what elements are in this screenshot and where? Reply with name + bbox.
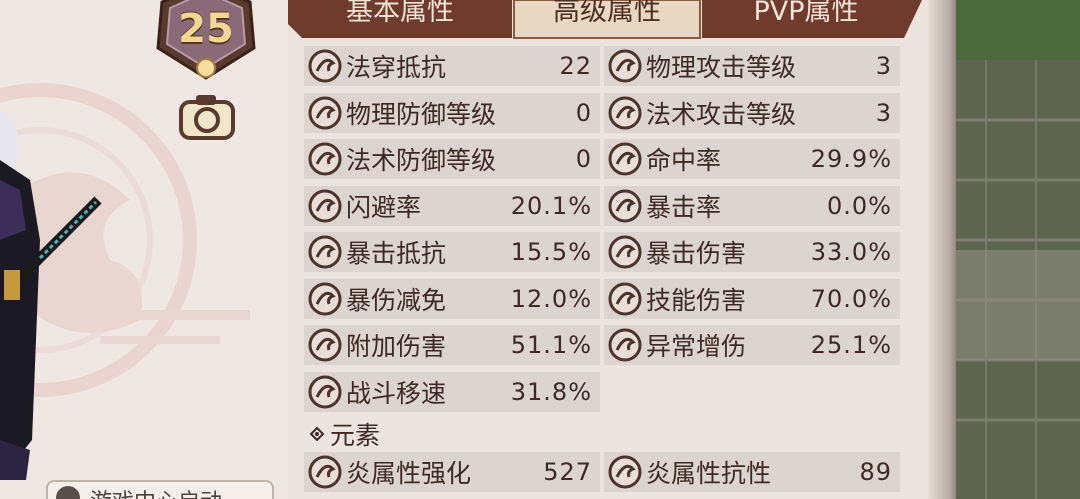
stat-value: 25.1%	[810, 331, 892, 359]
tab-basic-label: 基本属性	[346, 0, 454, 27]
stat-label: 物理攻击等级	[646, 53, 797, 82]
magic-attack-level-icon	[608, 96, 642, 129]
stat-row: 暴击伤害 33.0%	[604, 232, 900, 272]
stat-label: 异常增伤	[646, 332, 747, 361]
stat-label: 炎属性抗性	[646, 459, 772, 488]
crit-rate-icon	[608, 189, 642, 222]
stat-row: 技能伤害 70.0%	[604, 278, 900, 319]
stat-row: 法术攻击等级 3	[604, 92, 900, 133]
tab-pvp-attributes[interactable]: PVP属性	[702, 0, 910, 38]
stat-value: 89	[859, 458, 892, 486]
stat-value: 0	[575, 98, 592, 127]
tab-basic-attributes[interactable]: 基本属性	[288, 0, 512, 38]
stat-label: 法术攻击等级	[646, 99, 797, 129]
stat-value: 527	[543, 458, 592, 486]
stat-value: 22	[559, 52, 592, 80]
tab-advanced-attributes[interactable]: 高级属性	[514, 0, 700, 38]
stat-label: 暴击伤害	[646, 239, 747, 268]
magic-pen-resist-icon	[308, 49, 342, 83]
stat-row: 炎属性抗性 89	[604, 452, 900, 492]
stat-label: 暴伤减免	[346, 285, 447, 315]
element-section-title: 元素	[330, 421, 381, 450]
stat-label: 战斗移速	[346, 378, 447, 408]
stat-label: 暴击率	[646, 192, 722, 222]
hit-rate-icon	[608, 142, 642, 176]
stat-row: 暴伤减免 12.0%	[304, 278, 600, 319]
level-number: 25	[178, 6, 234, 52]
stat-row: 异常增伤 25.1%	[604, 325, 900, 365]
stat-value: 3	[875, 52, 892, 80]
stat-label: 命中率	[646, 146, 722, 175]
tab-pvp-label: PVP属性	[753, 0, 859, 27]
camera-icon[interactable]	[178, 92, 236, 142]
stat-row: 法穿抵抗 22	[304, 46, 600, 86]
stat-row: 命中率 29.9%	[604, 139, 900, 179]
dodge-rate-icon	[308, 189, 342, 222]
panel-frame-edge	[928, 0, 958, 499]
crit-damage-reduce-icon	[308, 282, 342, 315]
extra-damage-icon	[308, 328, 342, 362]
stat-row: 暴击率 0.0%	[604, 185, 900, 226]
stat-row: 物理攻击等级 3	[604, 46, 900, 86]
attribute-panel: 基本属性 高级属性 PVP属性 法穿抵抗 22 物理攻击等级 3 物理防御等级 0 法术攻击…	[288, 0, 956, 499]
game-world-background	[956, 0, 1080, 499]
chat-bubble-icon	[56, 486, 80, 499]
stat-label: 闪避率	[346, 192, 422, 222]
voice-chat-label: 游戏中心启动	[90, 484, 222, 499]
stat-row: 附加伤害 51.1%	[304, 325, 600, 365]
stat-value: 0	[575, 145, 592, 173]
stat-row: 炎属性强化 527	[304, 452, 600, 492]
tab-advanced-label: 高级属性	[553, 0, 661, 27]
stat-value: 3	[875, 98, 892, 127]
element-section-header: 元素	[310, 416, 380, 452]
stat-row: 战斗移速 31.8%	[304, 371, 600, 412]
stat-row: 物理防御等级 0	[304, 92, 600, 133]
physical-defense-level-icon	[308, 96, 342, 129]
voice-chat-button[interactable]: 游戏中心启动	[46, 480, 274, 499]
stat-row: 法术防御等级 0	[304, 139, 600, 179]
fire-resist-icon	[608, 455, 642, 489]
stat-value: 29.9%	[810, 145, 892, 173]
character-panel: 25 游戏中心启动	[0, 0, 288, 499]
stat-value: 0.0%	[827, 191, 892, 220]
stat-value: 51.1%	[510, 331, 592, 359]
stat-row: 闪避率 20.1%	[304, 185, 600, 226]
stat-label: 法术防御等级	[346, 146, 497, 175]
stat-value: 15.5%	[510, 238, 592, 266]
stat-label: 暴击抵抗	[346, 239, 447, 268]
diamond-icon	[310, 427, 324, 441]
status-damage-icon	[608, 328, 642, 362]
stat-value: 70.0%	[810, 284, 892, 313]
physical-attack-level-icon	[608, 49, 642, 83]
stat-value: 20.1%	[510, 191, 592, 220]
crit-damage-icon	[608, 235, 642, 269]
stat-label: 附加伤害	[346, 332, 447, 361]
tab-bar: 基本属性 高级属性 PVP属性	[288, 0, 928, 40]
magic-defense-level-icon	[308, 142, 342, 176]
stat-label: 法穿抵抗	[346, 53, 447, 82]
stat-value: 33.0%	[810, 238, 892, 266]
character-figure	[0, 110, 102, 480]
fire-enhance-icon	[308, 455, 342, 489]
stat-label: 物理防御等级	[346, 99, 497, 129]
stat-value: 12.0%	[510, 284, 592, 313]
move-speed-icon	[308, 375, 342, 408]
stat-label: 技能伤害	[646, 285, 747, 315]
stat-label: 炎属性强化	[346, 459, 472, 488]
crit-resist-icon	[308, 235, 342, 269]
skill-damage-icon	[608, 282, 642, 315]
stat-value: 31.8%	[510, 377, 592, 406]
stat-row: 暴击抵抗 15.5%	[304, 232, 600, 272]
